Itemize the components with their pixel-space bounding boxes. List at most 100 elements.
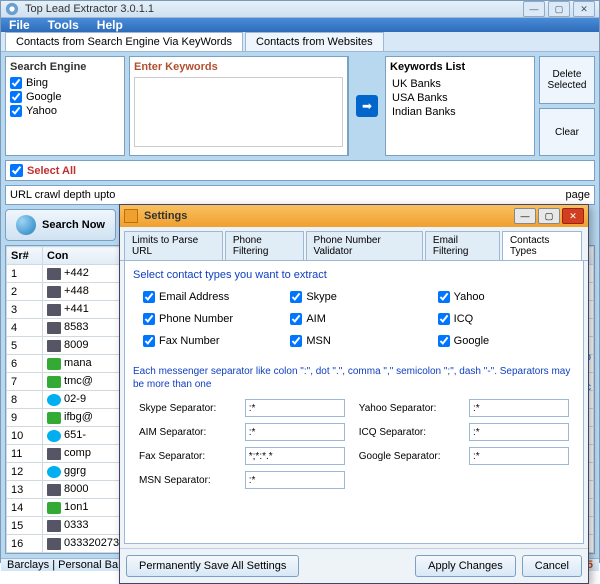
se-label-1: Google [26, 91, 61, 103]
skype-icon [47, 430, 61, 442]
settings-minimize-button[interactable]: — [514, 208, 536, 224]
tab-email-filtering[interactable]: Email Filtering [425, 231, 500, 260]
contact-type-checkbox-0[interactable] [143, 291, 155, 303]
google-sep-input[interactable] [469, 447, 569, 465]
yahoo-sep-input[interactable] [469, 399, 569, 417]
select-all-label: Select All [27, 165, 76, 177]
add-keyword-button[interactable]: ➡ [356, 95, 378, 117]
search-engine-panel: Search Engine Bing Google Yahoo [5, 56, 125, 156]
keyword-item-1[interactable]: USA Banks [390, 91, 530, 105]
se-checkbox-1[interactable] [10, 91, 22, 103]
phone-icon [47, 286, 61, 298]
crawl-depth-row: URL crawl depth upto page [5, 185, 595, 205]
settings-tabs: Limits to Parse URL Phone Filtering Phon… [120, 227, 588, 261]
search-now-button[interactable]: Search Now [5, 209, 116, 241]
skype-sep-input[interactable] [245, 399, 345, 417]
cancel-button[interactable]: Cancel [522, 555, 582, 577]
contact-type-label-6: Fax Number [159, 335, 220, 347]
contact-type-checkbox-3[interactable] [143, 313, 155, 325]
settings-maximize-button[interactable]: ▢ [538, 208, 560, 224]
window-title: Top Lead Extractor 3.0.1.1 [25, 3, 523, 15]
main-window: Top Lead Extractor 3.0.1.1 — ▢ ✕ File To… [0, 0, 600, 563]
icq-sep-label: ICQ Separator: [359, 427, 455, 438]
se-checkbox-0[interactable] [10, 77, 22, 89]
se-label-0: Bing [26, 77, 48, 89]
icq-sep-input[interactable] [469, 423, 569, 441]
apply-changes-button[interactable]: Apply Changes [415, 555, 516, 577]
menu-help[interactable]: Help [97, 18, 123, 32]
contact-type-checkbox-1[interactable] [290, 291, 302, 303]
globe-icon [16, 215, 36, 235]
skype-sep-label: Skype Separator: [139, 403, 231, 414]
skype-icon [47, 466, 61, 478]
minimize-button[interactable]: — [523, 1, 545, 17]
aim-sep-label: AIM Separator: [139, 427, 231, 438]
aim-sep-input[interactable] [245, 423, 345, 441]
contact-type-checkbox-2[interactable] [438, 291, 450, 303]
tab-search-engine[interactable]: Contacts from Search Engine Via KeyWords [5, 32, 243, 51]
fax-sep-input[interactable] [245, 447, 345, 465]
tab-phone-validator[interactable]: Phone Number Validator [306, 231, 423, 260]
close-button[interactable]: ✕ [573, 1, 595, 17]
contact-type-label-1: Skype [306, 291, 337, 303]
contact-type-checkbox-4[interactable] [290, 313, 302, 325]
fax-sep-label: Fax Separator: [139, 451, 231, 462]
keyword-item-0[interactable]: UK Banks [390, 77, 530, 91]
clear-button[interactable]: Clear [539, 108, 595, 156]
delete-selected-button[interactable]: Delete Selected [539, 56, 595, 104]
search-now-label: Search Now [42, 219, 105, 231]
phone-icon [47, 484, 61, 496]
mail-icon [47, 358, 61, 370]
msn-sep-input[interactable] [245, 471, 345, 489]
save-all-settings-button[interactable]: Permanently Save All Settings [126, 555, 299, 577]
page-label: page [566, 189, 590, 201]
phone-icon [47, 340, 61, 352]
tab-contacts-types[interactable]: Contacts Types [502, 231, 582, 260]
col-sr[interactable]: Sr# [7, 247, 43, 265]
mail-icon [47, 412, 61, 424]
app-icon [5, 2, 19, 16]
mail-icon [47, 502, 61, 514]
settings-close-button[interactable]: ✕ [562, 208, 584, 224]
keywords-input[interactable] [134, 77, 343, 147]
keyword-item-2[interactable]: Indian Banks [390, 105, 530, 119]
tab-limits[interactable]: Limits to Parse URL [124, 231, 223, 260]
crawl-depth-label: URL crawl depth upto [10, 189, 115, 201]
se-checkbox-2[interactable] [10, 105, 22, 117]
contact-type-label-3: Phone Number [159, 313, 233, 325]
contact-type-checkbox-8[interactable] [438, 335, 450, 347]
contact-type-checkbox-7[interactable] [290, 335, 302, 347]
menu-bar: File Tools Help [1, 18, 599, 32]
skype-icon [47, 394, 61, 406]
menu-tools[interactable]: Tools [48, 18, 79, 32]
contact-type-checkbox-6[interactable] [143, 335, 155, 347]
tab-websites[interactable]: Contacts from Websites [245, 32, 384, 51]
enter-keywords-header: Enter Keywords [134, 61, 343, 73]
settings-body: Select contact types you want to extract… [124, 261, 584, 544]
tab-phone-filtering[interactable]: Phone Filtering [225, 231, 304, 260]
contact-type-checkbox-5[interactable] [438, 313, 450, 325]
se-label-2: Yahoo [26, 105, 57, 117]
phone-icon [47, 448, 61, 460]
search-engine-header: Search Engine [10, 61, 120, 73]
contact-type-label-0: Email Address [159, 291, 229, 303]
phone-icon [47, 322, 61, 334]
phone-icon [47, 304, 61, 316]
contact-type-label-5: ICQ [454, 313, 474, 325]
keywords-panel: Enter Keywords [129, 56, 349, 156]
settings-title: Settings [144, 210, 514, 222]
maximize-button[interactable]: ▢ [548, 1, 570, 17]
keywords-list-header: Keywords List [390, 61, 530, 73]
settings-titlebar[interactable]: Settings — ▢ ✕ [120, 205, 588, 227]
titlebar: Top Lead Extractor 3.0.1.1 — ▢ ✕ [1, 1, 599, 18]
keywords-list-panel: Keywords List UK BanksUSA BanksIndian Ba… [385, 56, 535, 156]
menu-file[interactable]: File [9, 18, 30, 32]
contact-type-label-2: Yahoo [454, 291, 485, 303]
phone-icon [47, 538, 61, 550]
separator-note: Each messenger separator like colon ":",… [133, 365, 575, 391]
main-tabs: Contacts from Search Engine Via KeyWords… [1, 32, 599, 52]
select-all-checkbox[interactable] [10, 164, 23, 177]
phone-icon [47, 268, 61, 280]
msn-sep-label: MSN Separator: [139, 475, 231, 486]
contact-type-label-4: AIM [306, 313, 326, 325]
